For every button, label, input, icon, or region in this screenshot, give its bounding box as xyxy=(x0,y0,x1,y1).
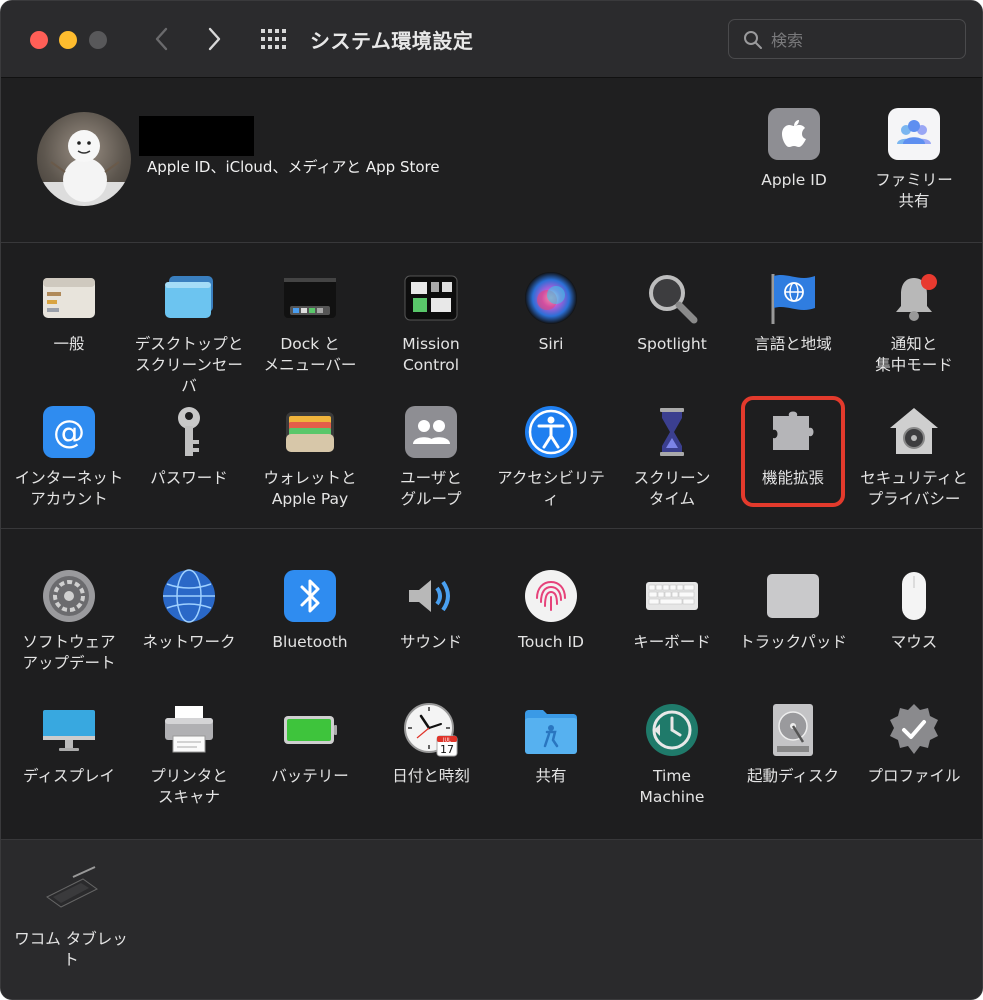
pref-bluetooth[interactable]: Bluetooth xyxy=(250,568,370,653)
pref-network[interactable]: ネットワーク xyxy=(129,568,249,653)
pref-notifications-focus[interactable]: 通知と 集中モード xyxy=(854,270,974,376)
clock-icon: JUL 17 xyxy=(404,703,458,757)
pref-apple-id[interactable]: Apple ID xyxy=(734,106,854,191)
mission-control-icon xyxy=(404,275,458,321)
grid-icon xyxy=(261,29,286,49)
hourglass-icon xyxy=(660,408,684,456)
pref-mouse[interactable]: マウス xyxy=(854,568,974,653)
family-icon xyxy=(888,108,940,160)
system-preferences-window: システム環境設定 Apple ID、iCloud、メディアと App Store… xyxy=(0,0,983,1000)
notification-icon xyxy=(896,274,937,321)
svg-text:@: @ xyxy=(53,413,85,451)
pref-security-privacy[interactable]: セキュリティと プライバシー xyxy=(854,404,974,510)
calendar-day: 17 xyxy=(440,743,454,756)
pref-touch-id[interactable]: Touch ID xyxy=(491,568,611,653)
battery-icon xyxy=(284,716,337,744)
pref-screen-time[interactable]: スクリーン タイム xyxy=(612,404,732,510)
pref-software-update[interactable]: ソフトウェア アップデート xyxy=(9,568,129,674)
chevron-left-icon xyxy=(155,27,168,51)
back-button[interactable] xyxy=(147,21,177,57)
profiles-icon xyxy=(890,704,938,754)
time-machine-icon xyxy=(646,704,698,756)
redacted-user-name xyxy=(139,116,254,156)
snowman-photo-icon xyxy=(37,130,131,206)
bluetooth-icon xyxy=(284,570,336,622)
pref-trackpad[interactable]: トラックパッド xyxy=(733,568,853,653)
minimize-button[interactable] xyxy=(59,31,77,49)
dock-icon xyxy=(284,278,336,318)
forward-button[interactable] xyxy=(199,21,229,57)
spotlight-icon xyxy=(649,275,698,324)
pref-users-groups[interactable]: ユーザと グループ xyxy=(371,404,491,510)
search-input[interactable] xyxy=(771,26,951,54)
pref-wallet-applepay[interactable]: ウォレットと Apple Pay xyxy=(250,404,370,510)
pref-language-region[interactable]: 言語と地域 xyxy=(733,270,853,355)
pref-keyboard[interactable]: キーボード xyxy=(612,568,732,653)
pref-passwords[interactable]: パスワード xyxy=(129,404,249,489)
pref-wacom-tablet[interactable]: ワコム タブレット xyxy=(9,865,133,971)
search-field[interactable] xyxy=(728,19,966,59)
pref-accessibility[interactable]: アクセシビリティ xyxy=(491,404,611,510)
search-icon xyxy=(744,31,762,49)
pref-sound[interactable]: サウンド xyxy=(371,568,491,653)
pref-printers-scanners[interactable]: プリンタと スキャナ xyxy=(129,702,249,808)
show-all-button[interactable] xyxy=(259,27,287,53)
pref-dock-menubar[interactable]: Dock と メニューバー xyxy=(250,270,370,376)
section-divider xyxy=(1,839,982,840)
network-icon xyxy=(163,569,215,623)
fingerprint-icon xyxy=(525,570,577,622)
window-title: システム環境設定 xyxy=(310,29,474,53)
section-divider xyxy=(1,242,982,243)
trackpad-icon xyxy=(767,574,819,618)
users-icon xyxy=(405,406,457,458)
pref-displays[interactable]: ディスプレイ xyxy=(9,702,129,787)
pref-startup-disk[interactable]: 起動ディスク xyxy=(733,702,853,787)
desktop-icon xyxy=(165,276,213,318)
display-icon xyxy=(43,710,95,751)
pref-siri[interactable]: Siri xyxy=(491,270,611,355)
internet-accounts-icon: @ xyxy=(43,406,95,458)
accessibility-icon xyxy=(525,406,577,458)
pref-spotlight[interactable]: Spotlight xyxy=(612,270,732,355)
apple-icon xyxy=(768,108,820,160)
siri-icon xyxy=(525,272,577,324)
extensions-highlight xyxy=(741,396,845,507)
security-icon xyxy=(890,408,938,454)
mouse-icon xyxy=(902,572,926,620)
pref-date-time[interactable]: JUL 17 日付と時刻 xyxy=(371,702,491,787)
pref-desktop-screensaver[interactable]: デスクトップと スクリーンセーバ xyxy=(129,270,249,397)
title-bar: システム環境設定 xyxy=(1,1,982,78)
avatar[interactable] xyxy=(37,112,131,206)
sound-icon xyxy=(409,580,450,612)
chevron-right-icon xyxy=(208,27,221,51)
account-subtitle[interactable]: Apple ID、iCloud、メディアと App Store xyxy=(147,156,440,177)
pref-sharing[interactable]: 共有 xyxy=(491,702,611,787)
pref-battery[interactable]: バッテリー xyxy=(250,702,370,787)
pref-internet-accounts[interactable]: @ インターネット アカウント xyxy=(9,404,129,510)
pref-general[interactable]: 一般 xyxy=(9,270,129,355)
pref-profiles[interactable]: プロファイル xyxy=(854,702,974,787)
close-button[interactable] xyxy=(30,31,48,49)
general-icon xyxy=(43,278,95,318)
printer-icon xyxy=(165,706,213,753)
pref-family-sharing[interactable]: ファミリー 共有 xyxy=(854,106,974,212)
wallet-icon xyxy=(286,412,334,452)
language-icon xyxy=(771,274,815,324)
software-update-icon xyxy=(43,570,95,622)
startup-disk-icon xyxy=(773,704,813,756)
keyboard-icon xyxy=(646,582,698,610)
section-divider xyxy=(1,528,982,529)
third-party-section xyxy=(1,839,982,999)
key-icon xyxy=(178,407,200,456)
sharing-icon xyxy=(525,710,577,754)
pref-time-machine[interactable]: Time Machine xyxy=(612,702,732,808)
zoom-button[interactable] xyxy=(89,31,107,49)
tablet-icon xyxy=(46,866,98,908)
pref-mission-control[interactable]: Mission Control xyxy=(371,270,491,376)
